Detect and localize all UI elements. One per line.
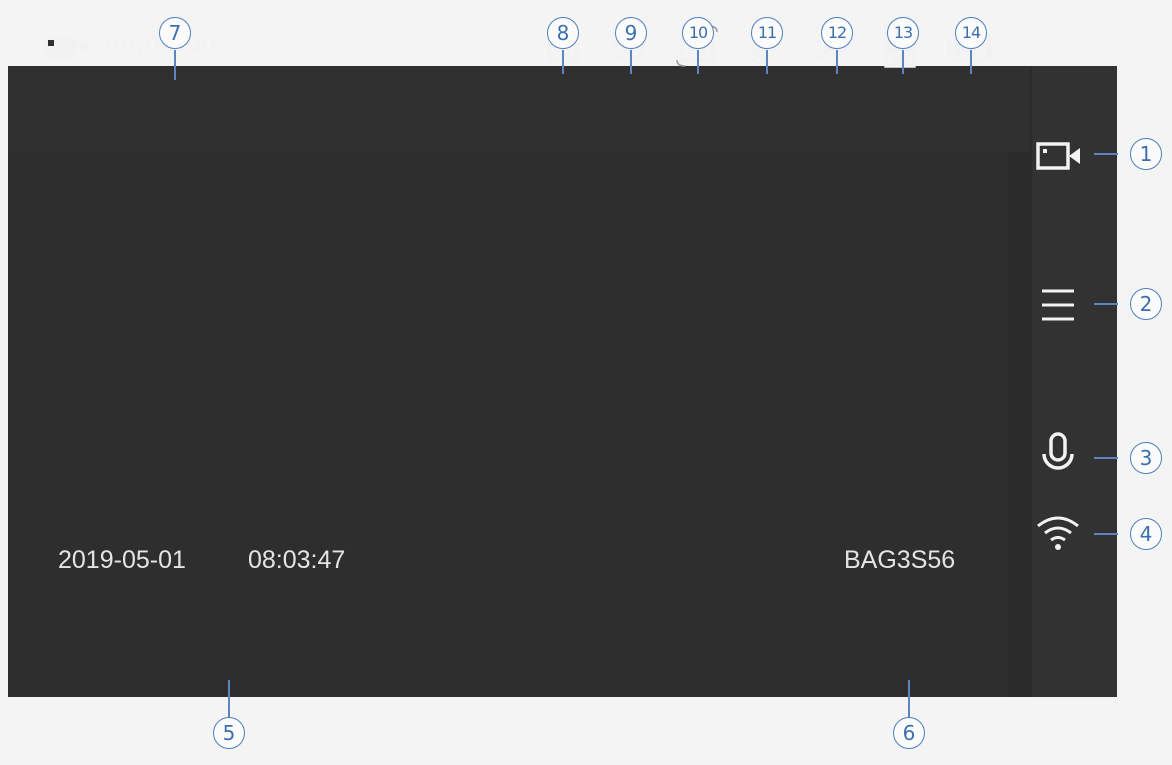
callout-14: 14 — [955, 17, 987, 49]
leader-line — [228, 680, 230, 720]
time-stamp: 08:03:47 — [248, 546, 346, 574]
callout-4: 4 — [1130, 518, 1162, 550]
callout-8: 8 — [547, 17, 579, 49]
leader-line — [902, 50, 904, 74]
callout-13: 13 — [887, 17, 919, 49]
date-stamp: 2019-05-01 — [58, 546, 186, 574]
license-plate-stamp: BAG3S56 — [844, 546, 956, 574]
leader-line — [836, 50, 838, 74]
menu-icon[interactable] — [1030, 285, 1086, 325]
callout-10: 10 — [682, 17, 714, 49]
leader-line — [562, 50, 564, 74]
dashcam-screen — [8, 66, 1117, 697]
callout-2: 2 — [1130, 288, 1162, 320]
callout-5: 5 — [213, 717, 245, 749]
leader-line — [1094, 533, 1118, 535]
leader-line — [1094, 303, 1118, 305]
leader-line — [1094, 457, 1118, 459]
callout-12: 12 — [821, 17, 853, 49]
callout-6: 6 — [893, 717, 925, 749]
leader-line — [697, 50, 699, 74]
leader-line — [908, 680, 910, 720]
callout-11: 11 — [751, 17, 783, 49]
camera-preview — [8, 152, 1008, 697]
microphone-icon[interactable] — [1030, 428, 1086, 478]
callout-9: 9 — [615, 17, 647, 49]
leader-line — [174, 50, 176, 80]
camera-switch-icon[interactable] — [1030, 134, 1086, 178]
leader-line — [970, 50, 972, 74]
video-camera-icon — [44, 36, 88, 58]
leader-line — [766, 50, 768, 74]
leader-line — [1094, 153, 1118, 155]
leader-line — [630, 50, 632, 74]
callout-1: 1 — [1130, 138, 1162, 170]
wifi-icon[interactable] — [1030, 510, 1086, 554]
status-bar — [8, 66, 1030, 152]
callout-3: 3 — [1130, 442, 1162, 474]
callout-7: 7 — [159, 17, 191, 49]
